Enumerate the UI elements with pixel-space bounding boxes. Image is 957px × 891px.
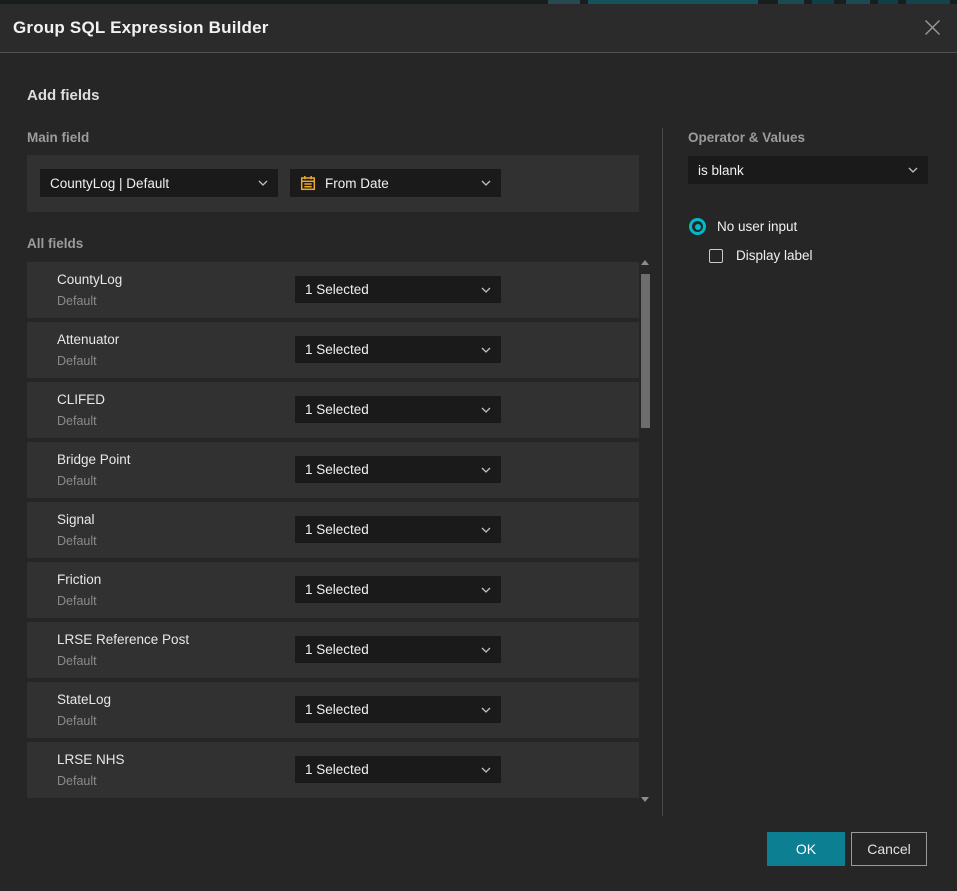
section-title-add-fields: Add fields (27, 87, 100, 104)
field-name: Friction (57, 572, 101, 587)
chevron-down-icon (481, 407, 491, 413)
field-selected-dropdown[interactable]: 1 Selected (295, 456, 501, 483)
field-row: Bridge Point Default 1 Selected (27, 442, 639, 498)
field-selected-dropdown[interactable]: 1 Selected (295, 396, 501, 423)
field-sublabel: Default (57, 294, 97, 308)
operator-dropdown-value: is blank (698, 163, 902, 178)
chevron-down-icon (481, 180, 491, 186)
field-row: LRSE NHS Default 1 Selected (27, 742, 639, 798)
scrollbar-thumb[interactable] (641, 274, 650, 428)
field-selected-value: 1 Selected (305, 282, 475, 297)
chevron-down-icon (908, 167, 918, 173)
field-name: LRSE NHS (57, 752, 125, 767)
field-sublabel: Default (57, 654, 97, 668)
field-selected-dropdown[interactable]: 1 Selected (295, 696, 501, 723)
field-name: StateLog (57, 692, 111, 707)
no-user-input-radio[interactable]: No user input (689, 218, 797, 235)
field-row: CountyLog Default 1 Selected (27, 262, 639, 318)
field-row: Signal Default 1 Selected (27, 502, 639, 558)
field-selected-dropdown[interactable]: 1 Selected (295, 636, 501, 663)
main-field-dropdown[interactable]: From Date (290, 169, 501, 197)
main-field-panel: CountyLog | Default From Date (27, 155, 639, 212)
field-name: Bridge Point (57, 452, 131, 467)
field-sublabel: Default (57, 714, 97, 728)
chevron-down-icon (481, 527, 491, 533)
scroll-up-arrow-icon[interactable] (641, 260, 649, 265)
field-selected-value: 1 Selected (305, 762, 475, 777)
checkbox-label: Display label (736, 248, 813, 263)
main-field-dropdown-value: From Date (325, 176, 475, 191)
close-button[interactable] (918, 15, 946, 43)
field-row: CLIFED Default 1 Selected (27, 382, 639, 438)
chevron-down-icon (481, 467, 491, 473)
calendar-icon (300, 175, 316, 191)
field-sublabel: Default (57, 414, 97, 428)
layer-dropdown[interactable]: CountyLog | Default (40, 169, 278, 197)
field-selected-value: 1 Selected (305, 402, 475, 417)
radio-selected-icon (689, 218, 706, 235)
field-row: StateLog Default 1 Selected (27, 682, 639, 738)
field-sublabel: Default (57, 534, 97, 548)
field-name: Signal (57, 512, 95, 527)
field-selected-dropdown[interactable]: 1 Selected (295, 576, 501, 603)
field-row: LRSE Reference Post Default 1 Selected (27, 622, 639, 678)
field-name: LRSE Reference Post (57, 632, 189, 647)
field-row: Attenuator Default 1 Selected (27, 322, 639, 378)
operator-values-label: Operator & Values (688, 130, 805, 145)
radio-label: No user input (717, 219, 797, 234)
field-sublabel: Default (57, 354, 97, 368)
field-selected-dropdown[interactable]: 1 Selected (295, 516, 501, 543)
field-selected-value: 1 Selected (305, 582, 475, 597)
field-sublabel: Default (57, 594, 97, 608)
field-row: Friction Default 1 Selected (27, 562, 639, 618)
display-label-checkbox[interactable]: Display label (709, 248, 813, 263)
field-sublabel: Default (57, 474, 97, 488)
checkbox-unchecked-icon (709, 249, 723, 263)
chevron-down-icon (481, 287, 491, 293)
field-selected-value: 1 Selected (305, 342, 475, 357)
chevron-down-icon (481, 647, 491, 653)
field-name: CLIFED (57, 392, 105, 407)
cancel-button[interactable]: Cancel (851, 832, 927, 866)
field-selected-dropdown[interactable]: 1 Selected (295, 336, 501, 363)
field-name: Attenuator (57, 332, 119, 347)
field-name: CountyLog (57, 272, 122, 287)
layer-dropdown-value: CountyLog | Default (50, 176, 252, 191)
field-selected-value: 1 Selected (305, 522, 475, 537)
chevron-down-icon (481, 707, 491, 713)
field-sublabel: Default (57, 774, 97, 788)
main-field-label: Main field (27, 130, 89, 145)
dialog-title: Group SQL Expression Builder (0, 18, 269, 38)
ok-button[interactable]: OK (767, 832, 845, 866)
operator-dropdown[interactable]: is blank (688, 156, 928, 184)
chevron-down-icon (481, 347, 491, 353)
chevron-down-icon (481, 767, 491, 773)
field-selected-dropdown[interactable]: 1 Selected (295, 756, 501, 783)
scroll-down-arrow-icon[interactable] (641, 797, 649, 802)
field-selected-value: 1 Selected (305, 642, 475, 657)
chevron-down-icon (481, 587, 491, 593)
dialog-titlebar: Group SQL Expression Builder (0, 4, 957, 53)
close-icon (924, 19, 941, 39)
all-fields-label: All fields (27, 236, 83, 251)
chevron-down-icon (258, 180, 268, 186)
field-selected-value: 1 Selected (305, 702, 475, 717)
field-selected-dropdown[interactable]: 1 Selected (295, 276, 501, 303)
list-scrollbar[interactable] (640, 256, 651, 806)
field-selected-value: 1 Selected (305, 462, 475, 477)
panel-divider (662, 128, 663, 816)
all-fields-list: CountyLog Default 1 Selected Attenuator … (27, 262, 639, 802)
